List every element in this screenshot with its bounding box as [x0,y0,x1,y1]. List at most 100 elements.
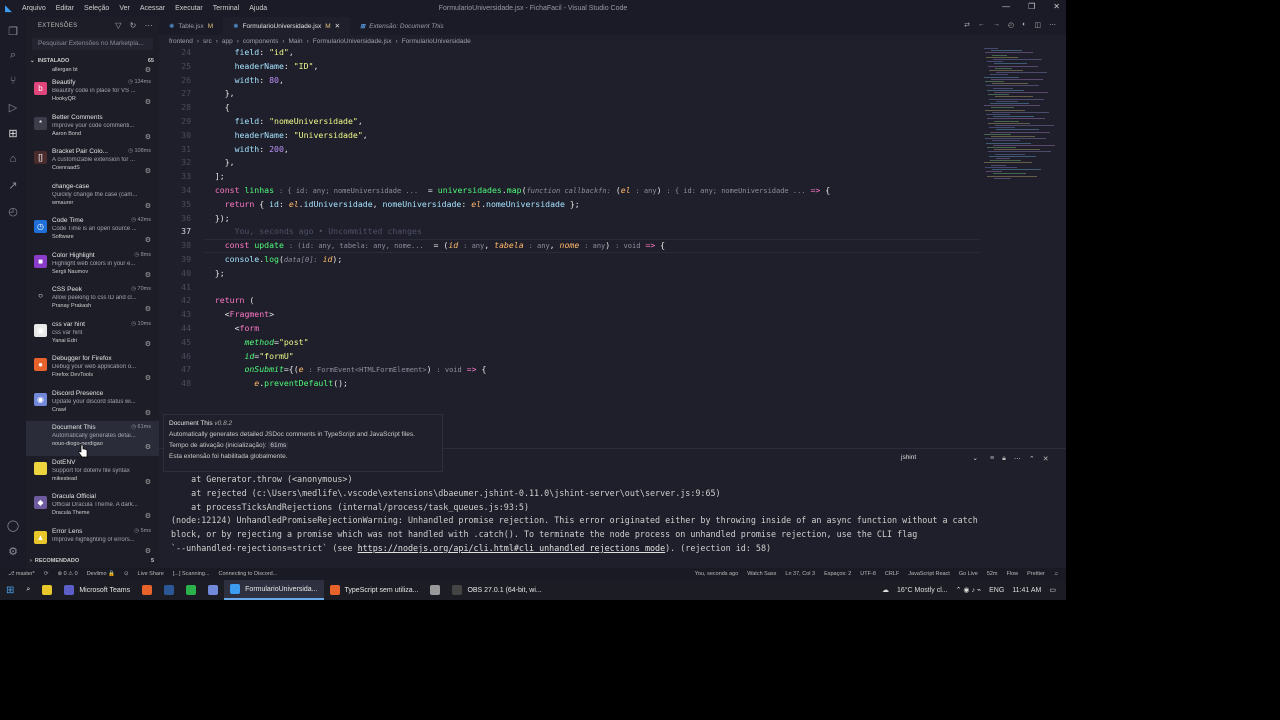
extension-item[interactable]: [] Bracket Pair Colo... A customizable ext… [26,145,159,180]
taskbar-app[interactable]: Microsoft Teams [58,580,136,600]
minimize-icon[interactable]: — [1002,2,1010,11]
menu-item-seleção[interactable]: Seleção [84,5,109,12]
gear-icon[interactable]: ⚙ [145,305,151,313]
breadcrumb-item[interactable]: app [222,38,233,45]
extension-item[interactable]: ○ CSS Peek Allow peeking to css ID and cl.… [26,283,159,318]
weather-text[interactable]: 16°C Mostly cl... [897,587,948,594]
menu-item-terminal[interactable]: Terminal [213,5,239,12]
taskbar-app[interactable]: TypeScript sem utiliza... [324,580,425,600]
gear-icon[interactable]: ⚙ [145,271,151,279]
status-item[interactable]: You, seconds ago [695,571,739,577]
gear-icon[interactable]: ⚙ [145,133,151,141]
timeline-icon[interactable]: ◴ [6,205,20,219]
installed-section-header[interactable]: ⌄ INSTALADO 65 [26,56,159,66]
breadcrumb-item[interactable]: FormularioUniversidade [402,38,471,45]
notifications-bell-icon[interactable]: ♫ [1054,571,1058,577]
code-editor[interactable]: 24 field: "id", 25 headerName: "ID", 26 wi… [159,47,979,446]
breadcrumb-item[interactable]: FormularioUniversidade.jsx [313,38,392,45]
menu-item-ver[interactable]: Ver [119,5,130,12]
extension-item[interactable]: change-case Quickly change the case (cam.… [26,180,159,215]
remote-explorer-icon[interactable]: ⌂ [6,153,20,167]
timeline-icon[interactable]: ◴ [1008,21,1014,29]
extension-item[interactable]: ◷ Code Time Code Time is an open source ..… [26,214,159,249]
gear-icon[interactable]: ⚙ [145,512,151,520]
file-explorer-button[interactable] [36,580,58,600]
menu-item-ajuda[interactable]: Ajuda [249,5,267,12]
status-item[interactable]: ⎇ master* [8,571,35,577]
more-actions-icon[interactable]: ⋯ [145,21,153,30]
status-item[interactable]: 52m [987,571,998,577]
extension-item[interactable]: DotENV Support for dotenv file syntax mike… [26,456,159,491]
close-icon[interactable]: ✕ [335,22,340,30]
clock[interactable]: 11:41 AM [1012,587,1041,594]
gear-icon[interactable]: ⚙ [145,340,151,348]
explorer-icon[interactable]: ❐ [6,25,20,39]
source-control-icon[interactable]: ⑂ [6,75,20,89]
language-indicator[interactable]: ENG [989,587,1004,594]
gear-icon[interactable]: ⚙ [145,443,151,451]
split-editor-icon[interactable]: ◫ [1034,21,1041,29]
menu-item-acessar[interactable]: Acessar [140,5,165,12]
maximize-panel-icon[interactable]: ⌃ [1029,455,1035,463]
refresh-icon[interactable]: ↻ [130,21,137,30]
menu-item-editar[interactable]: Editar [56,5,74,12]
gear-icon[interactable]: ⚙ [145,98,151,106]
tab-3[interactable]: ⊞ Extensão: Document This [350,17,453,35]
tab-1[interactable]: ⚛ Table.jsx M [159,17,223,35]
run-debug-icon[interactable]: ▷ [6,101,20,115]
lock-icon[interactable]: 🔒︎ [1002,455,1006,463]
status-item[interactable]: Prettier [1027,571,1045,577]
gear-icon[interactable]: ⚙ [145,236,151,244]
back-icon[interactable]: ← [978,21,985,29]
tray-icons[interactable]: ⌃ ◉ ♪ ⌁ [956,586,982,594]
close-panel-icon[interactable]: ✕ [1043,455,1049,463]
extension-item[interactable]: ◉ Discord Presence Update your discord sta… [26,387,159,422]
gear-icon[interactable]: ⚙ [145,167,151,175]
status-item[interactable]: Watch Sass [747,571,776,577]
output-channel-select[interactable]: jshint ⌄ [897,453,982,464]
menu-item-arquivo[interactable]: Arquivo [22,5,46,12]
status-item[interactable]: Ln 37, Col 3 [785,571,815,577]
minimap[interactable] [980,48,1058,188]
search-button[interactable]: ⌕ [20,580,36,600]
gear-icon[interactable]: ⚙ [145,547,151,555]
open-changes-icon[interactable]: ◐ [1022,21,1026,29]
taskbar-app[interactable] [424,580,446,600]
more-actions-icon[interactable]: ⋯ [1049,21,1056,29]
breadcrumb-item[interactable]: src [203,38,212,45]
taskbar-app[interactable] [136,580,158,600]
taskbar-app[interactable]: OBS 27.0.1 (64-bit, wi... [446,580,547,600]
extension-search-input[interactable]: Pesquisar Extensões no Marketpla... [32,38,153,50]
docs-link[interactable]: https://nodejs.org/api/cli.html#cli_unha… [358,543,666,553]
settings-gear-icon[interactable]: ⚙ [6,545,20,559]
gear-icon[interactable]: ⚙ [145,478,151,486]
maximize-icon[interactable]: ❐ [1028,2,1035,11]
search-icon[interactable]: ⌕ [6,49,20,63]
tab-2[interactable]: ⚛ FormularioUniversidade.jsx M ✕ [223,17,351,35]
status-item[interactable]: Flow [1007,571,1019,577]
extension-item[interactable]: ▲ Error Lens Improve highlighting of error… [26,525,159,560]
forward-icon[interactable]: → [993,21,1000,29]
status-item[interactable]: UTF-8 [860,571,876,577]
live-share-icon[interactable]: ↗ [6,179,20,193]
breadcrumb-item[interactable]: Main [289,38,303,45]
status-item[interactable]: ⊙ [124,571,129,577]
status-item[interactable]: ⊗ 0 ⚠ 0 [57,571,77,577]
start-button[interactable]: ⊞ [0,580,20,600]
notification-icon[interactable]: ▭ [1049,586,1056,594]
taskbar-app[interactable] [180,580,202,600]
extensions-icon[interactable]: ⊞ [6,127,20,141]
extension-item[interactable]: Document This Automatically generates det… [26,421,159,456]
account-icon[interactable]: ◯ [6,519,20,533]
compare-icon[interactable]: ⇄ [964,21,970,29]
status-item[interactable]: Espaços: 2 [824,571,851,577]
taskbar-app[interactable]: FormularioUniversida... [224,580,324,600]
clear-output-icon[interactable]: ≡ [990,455,994,462]
close-icon[interactable]: ✕ [1053,2,1060,11]
status-item[interactable]: CRLF [885,571,899,577]
more-actions-icon[interactable]: ⋯ [1014,455,1021,463]
extension-item[interactable]: ■ Color Highlight Highlight web colors in … [26,249,159,284]
status-item[interactable]: [...] Scanning... [173,571,210,577]
status-item[interactable]: Devlimo 🔒 [87,571,115,577]
extension-item[interactable]: ▣ css var hint css var hint Yanai Edri ◷ 10m… [26,318,159,353]
